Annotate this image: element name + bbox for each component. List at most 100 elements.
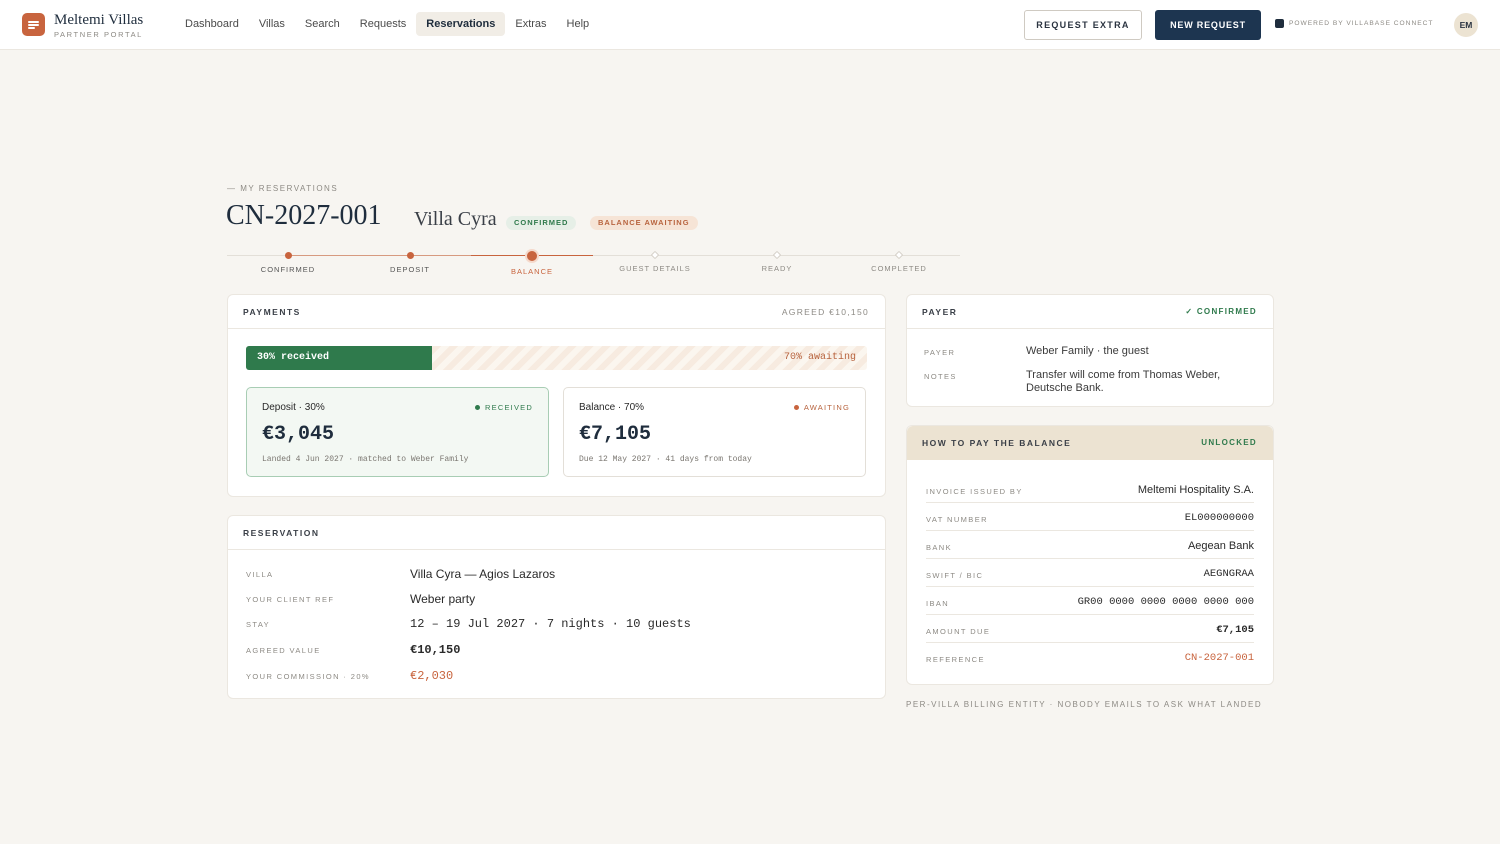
billing-footnote: PER-VILLA BILLING ENTITY · NOBODY EMAILS…: [906, 700, 1263, 709]
payer-label: PAYER: [924, 348, 956, 357]
step-label: CONFIRMED: [260, 265, 316, 274]
how-to-pay-card: HOW TO PAY THE BALANCE UNLOCKED INVOICE …: [906, 425, 1274, 685]
step-label: GUEST DETAILS: [619, 264, 691, 273]
balance-label: Balance · 70%: [579, 402, 645, 413]
balance-note: Due 12 May 2027 · 41 days from today: [579, 455, 752, 464]
agreed-value: AGREED €10,150: [781, 307, 869, 317]
deposit-status: RECEIVED: [475, 403, 533, 412]
step-confirmed: CONFIRMED: [227, 248, 349, 274]
top-bar: Meltemi Villas PARTNER PORTAL Dashboard …: [0, 0, 1500, 50]
step-label: COMPLETED: [871, 264, 927, 273]
menu-lines-icon[interactable]: [22, 13, 45, 36]
step-dot: [406, 252, 414, 259]
commission-label: YOUR COMMISSION · 20%: [246, 672, 370, 681]
bank-row-value[interactable]: €7,105: [1216, 624, 1254, 636]
step-dot-todo: [650, 250, 660, 260]
notes-label: NOTES: [924, 372, 957, 381]
how-to-pay-status: UNLOCKED: [1201, 438, 1257, 447]
request-extra-button[interactable]: REQUEST EXTRA: [1024, 10, 1142, 40]
received-label: 30% received: [257, 352, 330, 363]
bank-row-value[interactable]: CN-2027-001: [1185, 652, 1254, 664]
how-to-pay-title: HOW TO PAY THE BALANCE: [922, 438, 1072, 448]
payer-card: PAYER ✓ CONFIRMED PAYER Weber Family · t…: [906, 294, 1274, 407]
step-dot-todo: [894, 250, 904, 260]
nav-reservations[interactable]: Reservations: [416, 12, 506, 36]
payer-title: PAYER: [922, 307, 958, 317]
invoice-issuer-row: INVOICE ISSUED BY Meltemi Hospitality S.…: [926, 475, 1254, 503]
brand-subtitle: PARTNER PORTAL: [54, 30, 143, 39]
deposit-status-text: RECEIVED: [485, 403, 533, 412]
step-label: DEPOSIT: [390, 265, 430, 274]
step-ready: READY: [716, 248, 838, 273]
status-badge-balance: BALANCE AWAITING: [590, 216, 698, 230]
reservation-title: RESERVATION: [243, 528, 320, 538]
commission-value: €2,030: [410, 669, 454, 683]
avatar[interactable]: EM: [1454, 13, 1478, 37]
step-dot-current: [527, 251, 537, 261]
step-dot: [284, 252, 292, 259]
powered-by-text: POWERED BY VILLABASE CONNECT: [1289, 20, 1434, 27]
brand-name[interactable]: Meltemi Villas: [54, 12, 143, 29]
new-request-button[interactable]: NEW REQUEST: [1155, 10, 1261, 40]
payer-card-header: PAYER ✓ CONFIRMED: [907, 295, 1273, 329]
awaiting-label: 70% awaiting: [783, 352, 856, 363]
deposit-box[interactable]: Deposit · 30% RECEIVED €3,045 Landed 4 J…: [246, 387, 549, 477]
nav-dashboard[interactable]: Dashboard: [175, 12, 249, 36]
bank-row-label: VAT NUMBER: [926, 515, 988, 524]
stay-label: STAY: [246, 620, 271, 629]
client-ref-value: Weber party: [410, 592, 476, 606]
payments-card: PAYMENTS AGREED €10,150 30% received 70%…: [227, 294, 886, 497]
deposit-label: Deposit · 30%: [262, 402, 325, 413]
main-nav: Dashboard Villas Search Requests Reserva…: [175, 12, 599, 36]
bank-row-label: IBAN: [926, 599, 950, 608]
balance-status-text: AWAITING: [803, 403, 850, 412]
payment-progress-bar: 30% received 70% awaiting: [246, 346, 867, 370]
status-badge-confirmed: CONFIRMED: [506, 216, 577, 230]
villa-value: Villa Cyra — Agios Lazaros: [410, 567, 556, 581]
bank-row-value[interactable]: Aegean Bank: [1188, 540, 1254, 552]
payments-title: PAYMENTS: [243, 307, 301, 317]
how-to-pay-header: HOW TO PAY THE BALANCE UNLOCKED: [907, 426, 1273, 460]
client-ref-label: YOUR CLIENT REF: [246, 595, 335, 604]
vat-number-row: VAT NUMBER EL000000000: [926, 503, 1254, 531]
nav-search[interactable]: Search: [295, 12, 350, 36]
bank-row-value[interactable]: AEGNGRAA: [1204, 568, 1254, 580]
payer-value: Weber Family · the guest: [1026, 345, 1149, 357]
reference-row: REFERENCE CN-2027-001: [926, 643, 1254, 671]
progress-stepper: CONFIRMED DEPOSIT BALANCE GUEST DETAILS …: [227, 248, 960, 278]
balance-box[interactable]: Balance · 70% AWAITING €7,105 Due 12 May…: [563, 387, 866, 477]
bank-row-label: AMOUNT DUE: [926, 627, 991, 636]
breadcrumb[interactable]: — MY RESERVATIONS: [227, 184, 338, 193]
bank-row-value[interactable]: Meltemi Hospitality S.A.: [1138, 484, 1254, 496]
bank-row-label: REFERENCE: [926, 655, 985, 664]
bank-row-label: SWIFT / BIC: [926, 571, 984, 580]
bank-row-value[interactable]: EL000000000: [1185, 512, 1254, 524]
payments-card-header: PAYMENTS AGREED €10,150: [228, 295, 885, 329]
reservation-card: RESERVATION VILLA Villa Cyra — Agios Laz…: [227, 515, 886, 699]
agreed-value-label: AGREED VALUE: [246, 646, 321, 655]
villa-name: Villa Cyra: [414, 208, 497, 230]
iban-row: IBAN GR00 0000 0000 0000 0000 000: [926, 587, 1254, 615]
swift-row: SWIFT / BIC AEGNGRAA: [926, 559, 1254, 587]
nav-extras[interactable]: Extras: [505, 12, 556, 36]
nav-help[interactable]: Help: [557, 12, 600, 36]
step-label: BALANCE: [510, 267, 553, 276]
balance-status: AWAITING: [793, 403, 850, 412]
villabase-logo-icon: [1275, 19, 1284, 28]
step-deposit: DEPOSIT: [349, 248, 471, 274]
agreed-value-amount: €10,150: [410, 643, 461, 657]
step-guest-details: GUEST DETAILS: [594, 248, 716, 273]
nav-requests[interactable]: Requests: [350, 12, 416, 36]
notes-value: Transfer will come from Thomas Weber, De…: [1026, 369, 1221, 394]
stay-value: 12 – 19 Jul 2027 · 7 nights · 10 guests: [410, 617, 691, 631]
amount-due-row: AMOUNT DUE €7,105: [926, 615, 1254, 643]
deposit-amount: €3,045: [262, 423, 335, 446]
nav-villas[interactable]: Villas: [249, 12, 295, 36]
status-dot-icon: [475, 405, 481, 410]
step-label: READY: [761, 264, 793, 273]
step-completed: COMPLETED: [838, 248, 960, 273]
bank-row-label: BANK: [926, 543, 953, 552]
payer-status: ✓ CONFIRMED: [1185, 307, 1257, 316]
bank-row-value[interactable]: GR00 0000 0000 0000 0000 000: [1078, 596, 1254, 608]
deposit-note: Landed 4 Jun 2027 · matched to Weber Fam…: [262, 455, 469, 464]
